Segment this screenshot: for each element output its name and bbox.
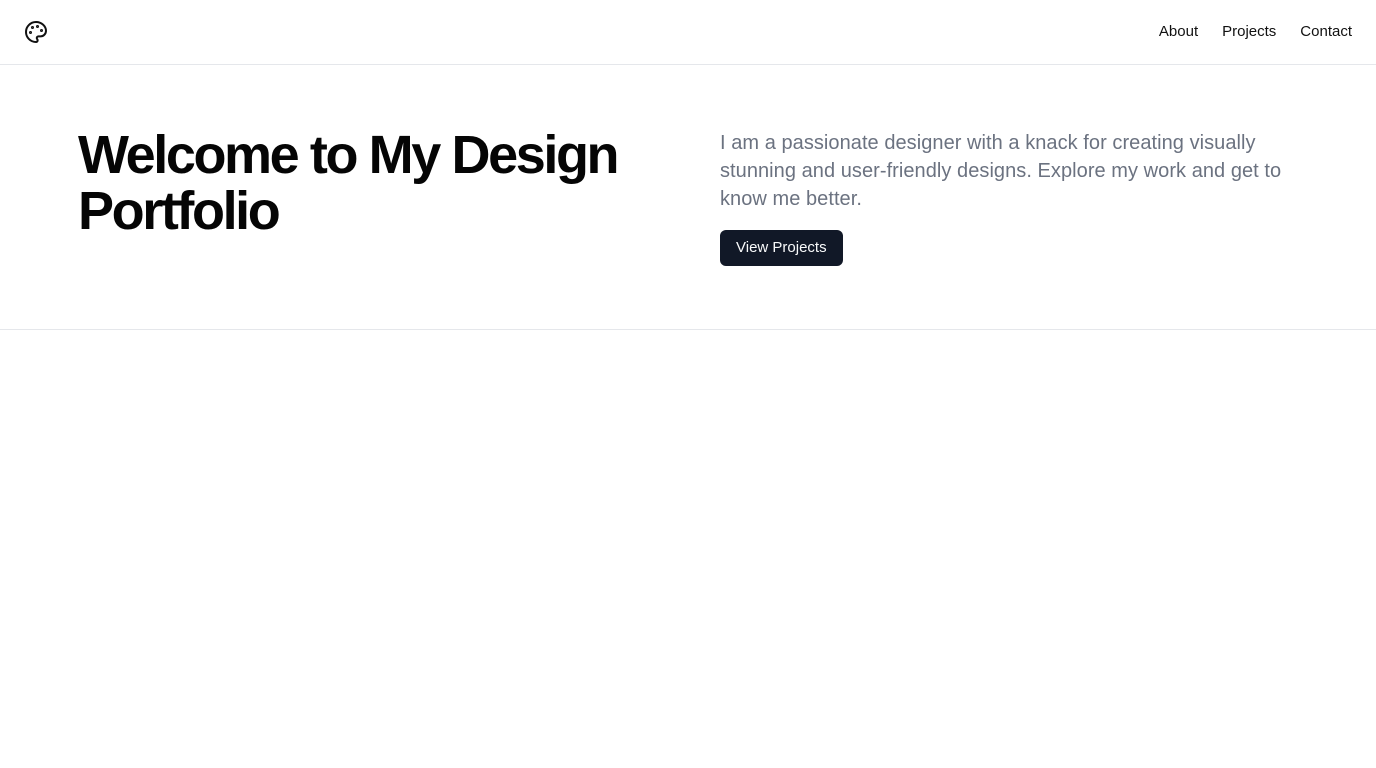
hero-intro: I am a passionate designer with a knack … [720, 129, 1320, 266]
hero-title: Welcome to My Design Portfolio [78, 125, 620, 241]
view-projects-button[interactable]: View Projects [720, 230, 843, 266]
hero-description: I am a passionate designer with a knack … [720, 132, 1282, 210]
nav-link-about[interactable]: About [1159, 23, 1198, 40]
nav-link-contact[interactable]: Contact [1300, 23, 1352, 40]
site-header: About Projects Contact [0, 0, 1376, 65]
palette-icon[interactable] [24, 20, 48, 44]
nav-link-projects[interactable]: Projects [1222, 23, 1276, 40]
main-nav: About Projects Contact [1159, 23, 1352, 40]
